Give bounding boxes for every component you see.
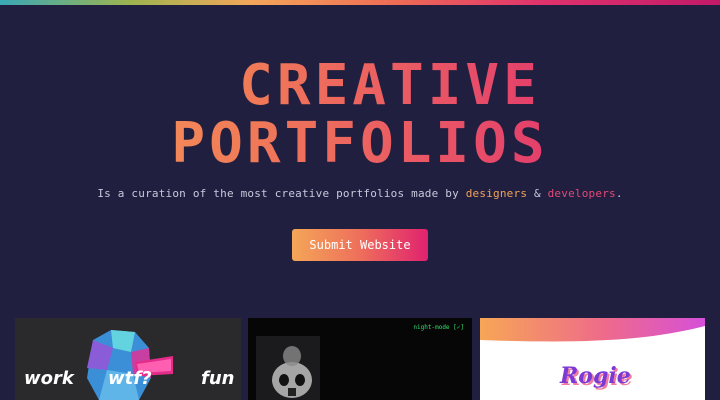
night-mode-toggle[interactable]: night-mode [✓] (413, 324, 464, 331)
tagline: Is a curation of the most creative portf… (0, 187, 720, 200)
tagline-period: . (615, 187, 623, 200)
title-line-creative: CREATIVE (0, 58, 720, 114)
portfolio-card-3[interactable]: Rogie (480, 318, 705, 400)
rogie-logo: Rogie (560, 363, 631, 389)
top-gradient-bar (0, 0, 720, 5)
submit-website-button[interactable]: Submit Website (292, 229, 428, 261)
page-title: CREATIVE PORTFOLIOS (0, 58, 720, 172)
designers-link[interactable]: designers (466, 187, 527, 200)
card-word-wtf: wtf? (108, 368, 152, 389)
card-word-fun: fun (201, 368, 235, 389)
portfolio-card-2[interactable]: night-mode [✓] (248, 318, 472, 400)
portfolio-card-1[interactable]: work wtf? fun (15, 318, 241, 400)
title-line-portfolios: PORTFOLIOS (0, 116, 720, 172)
tagline-and: & (527, 187, 548, 200)
tagline-text: Is a curation of the most creative portf… (97, 187, 466, 200)
developers-link[interactable]: developers (548, 187, 616, 200)
card-word-work: work (24, 368, 74, 389)
